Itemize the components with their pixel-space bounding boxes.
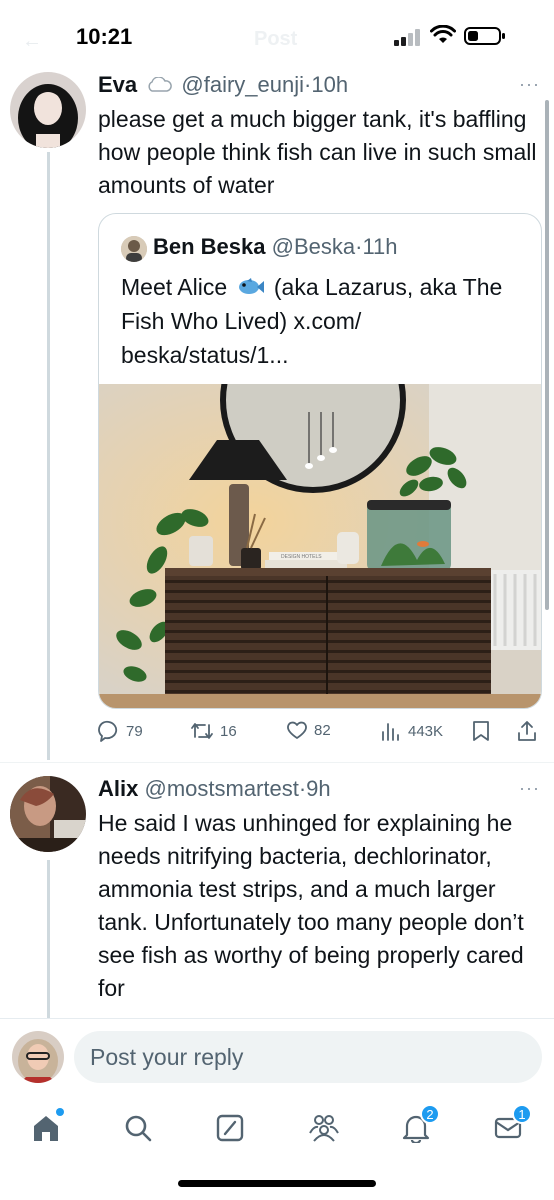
tweet-header: Alix @mostsmartest·9h [98,776,331,801]
user-handle[interactable]: @mostsmartest [144,776,298,801]
home-icon [34,1116,58,1141]
quoted-tweet[interactable]: Ben Beska @Beska·11h Meet Alice (aka Laz… [98,213,542,709]
reply-icon [98,720,118,742]
user-handle[interactable]: @fairy_eunji [181,72,304,97]
tab-grok[interactable] [208,1106,252,1150]
reply-button[interactable]: 79 [98,720,143,742]
display-name[interactable]: Eva [98,72,137,97]
tweet-eva[interactable]: Eva @fairy_eunji·10h ··· please get a mu… [0,0,554,770]
share-button[interactable] [516,720,538,742]
bookmark-icon [473,721,489,741]
tab-home[interactable] [24,1106,68,1150]
like-count: 82 [314,721,331,739]
tab-communities[interactable] [302,1106,346,1150]
user-handle[interactable]: @Beska [272,234,355,259]
cloud-emoji-icon [143,72,181,97]
communities-icon [309,1115,339,1142]
thread-line [47,860,50,1018]
bookmark-button[interactable] [472,720,490,742]
tab-search[interactable] [116,1106,160,1150]
tweet-text: please get a much bigger tank, it's baff… [98,106,537,198]
views-button[interactable]: 443K [380,720,443,742]
more-options-icon[interactable]: ··· [519,74,540,95]
unread-dot [56,1108,64,1116]
home-indicator[interactable] [178,1180,376,1187]
tab-notifications[interactable]: 2 [394,1104,440,1150]
share-icon [518,721,536,741]
thread-line [47,152,50,760]
tweet-action-bar: 79 16 82 443K [98,720,544,750]
reply-count: 79 [126,722,143,740]
fish-emoji-icon [238,278,264,294]
heart-icon [287,721,307,739]
like-button[interactable]: 82 [286,720,331,740]
display-name[interactable]: Alix [98,776,138,801]
tweet-alix[interactable]: Alix @mostsmartest·9h ··· He said I was … [0,762,554,1018]
avatar[interactable] [121,236,147,262]
notification-badge: 2 [420,1104,440,1124]
reply-input[interactable]: Post your reply [74,1031,542,1083]
more-options-icon[interactable]: ··· [519,778,540,799]
timestamp[interactable]: 9h [306,776,330,801]
fish-tank-photo[interactable]: DESIGN HOTELS [99,384,542,709]
tweet-header: Eva @fairy_eunji·10h [98,72,349,97]
views-icon [382,723,399,741]
quoted-text-start: Meet Alice [121,274,228,300]
display-name[interactable]: Ben Beska [153,234,266,259]
avatar[interactable] [10,776,86,852]
messages-badge: 1 [512,1104,532,1124]
tweet-text: He said I was unhinged for explaining he… [98,810,524,1001]
timestamp[interactable]: 10h [311,72,348,97]
avatar[interactable] [10,72,86,148]
compose-icon [216,1114,244,1142]
bottom-tab-bar: 2 1 [0,1096,554,1200]
search-icon [125,1115,152,1142]
tab-messages[interactable]: 1 [486,1104,532,1150]
book-label: DESIGN HOTELS [281,554,322,560]
avatar[interactable] [12,1031,64,1083]
quoted-tweet-text: Meet Alice (aka Lazarus, aka The Fish Wh… [121,270,521,372]
views-count: 443K [408,722,444,740]
quoted-tweet-header: Ben Beska @Beska·11h [153,234,398,259]
reply-composer: Post your reply [0,1018,554,1096]
timestamp[interactable]: 11h [362,234,397,259]
repost-icon [191,723,213,739]
repost-button[interactable]: 16 [190,720,237,742]
repost-count: 16 [220,722,237,740]
